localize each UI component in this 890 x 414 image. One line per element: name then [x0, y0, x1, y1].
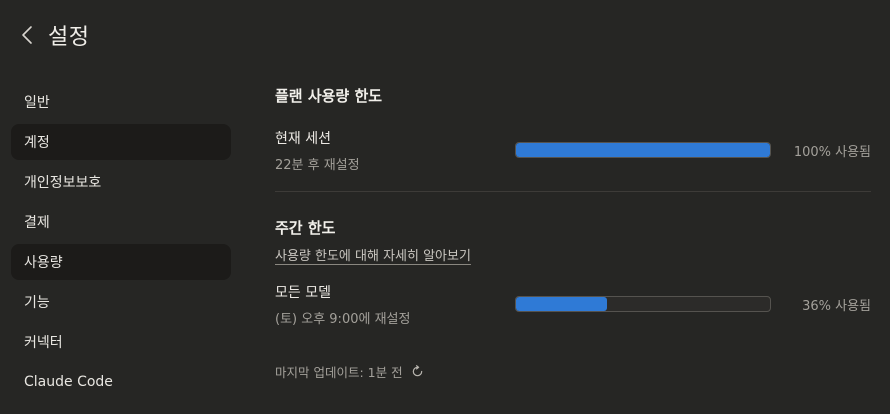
settings-sidebar: 일반 계정 개인정보보호 결제 사용량 기능 커넥터 Claude Code — [11, 84, 231, 404]
plan-limits-title: 플랜 사용량 한도 — [275, 86, 383, 105]
sidebar-item-label: 계정 — [24, 135, 50, 151]
sidebar-item-usage[interactable]: 사용량 — [11, 244, 231, 280]
all-models-title: 모든 모델 — [275, 285, 331, 301]
learn-more-link[interactable]: 사용량 한도에 대해 자세히 알아보기 — [275, 245, 471, 264]
sidebar-item-label: 결제 — [24, 215, 50, 231]
sidebar-item-connectors[interactable]: 커넥터 — [11, 324, 231, 360]
chevron-left-icon[interactable] — [20, 24, 38, 46]
all-models-progress-bar — [515, 296, 771, 312]
refresh-icon[interactable] — [411, 365, 425, 379]
current-session-progress-bar — [515, 142, 771, 158]
current-session-row: 현재 세션 22분 후 재설정 100% 사용됨 — [275, 128, 871, 190]
progress-fill — [516, 143, 770, 157]
sidebar-item-privacy[interactable]: 개인정보보호 — [11, 164, 231, 200]
sidebar-item-label: 커넥터 — [24, 335, 63, 351]
weekly-limits-title: 주간 한도 — [275, 218, 336, 237]
sidebar-item-label: 일반 — [24, 95, 50, 111]
sidebar-item-label: 기능 — [24, 295, 50, 311]
usage-panel: 플랜 사용량 한도 현재 세션 22분 후 재설정 100% 사용됨 주간 한도… — [275, 80, 871, 381]
sidebar-item-label: 개인정보보호 — [24, 175, 102, 191]
current-session-reset: 22분 후 재설정 — [275, 158, 360, 173]
sidebar-item-billing[interactable]: 결제 — [11, 204, 231, 240]
sidebar-item-claude-code[interactable]: Claude Code — [11, 364, 231, 400]
last-updated: 마지막 업데이트: 1분 전 — [275, 362, 871, 381]
all-models-reset: (토) 오후 9:00에 재설정 — [275, 312, 411, 327]
progress-fill — [516, 297, 608, 311]
sidebar-item-general[interactable]: 일반 — [11, 84, 231, 120]
current-session-usage: 100% 사용됨 — [793, 145, 871, 160]
sidebar-item-label: Claude Code — [24, 374, 113, 390]
page-title: 설정 — [48, 25, 90, 50]
section-divider — [275, 191, 871, 192]
all-models-usage: 36% 사용됨 — [802, 299, 871, 314]
all-models-row: 모든 모델 (토) 오후 9:00에 재설정 36% 사용됨 — [275, 282, 871, 344]
sidebar-item-account[interactable]: 계정 — [11, 124, 231, 160]
sidebar-item-features[interactable]: 기능 — [11, 284, 231, 320]
sidebar-item-label: 사용량 — [24, 255, 63, 271]
settings-header: 설정 — [20, 20, 89, 50]
current-session-title: 현재 세션 — [275, 131, 331, 147]
last-updated-text: 마지막 업데이트: 1분 전 — [275, 365, 403, 380]
